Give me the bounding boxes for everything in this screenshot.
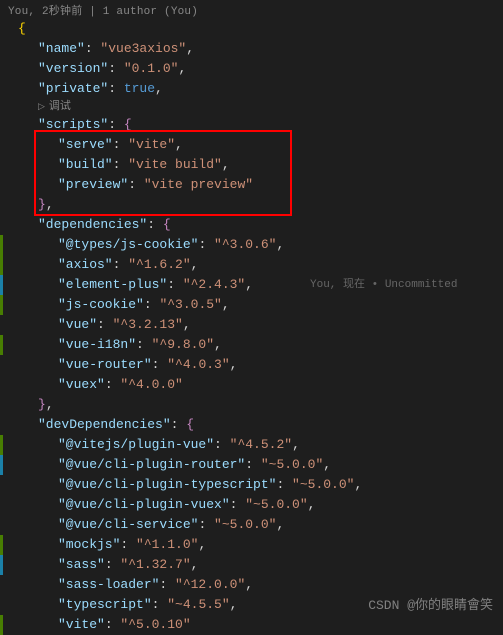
code-line[interactable]: "vuex": "^4.0.0"	[0, 375, 503, 395]
json-key: "version"	[38, 61, 108, 76]
json-string: "^4.0.0"	[120, 377, 182, 392]
json-key: "typescript"	[58, 597, 152, 612]
code-line[interactable]: "private": true,	[0, 79, 503, 99]
json-string: "vite build"	[128, 157, 222, 172]
code-line[interactable]: "devDependencies": {	[0, 415, 503, 435]
code-editor[interactable]: { "name": "vue3axios", "version": "0.1.0…	[0, 18, 503, 635]
json-string: "^4.0.3"	[167, 357, 229, 372]
codelens-label: 调试	[49, 99, 71, 115]
json-string: "^12.0.0"	[175, 577, 245, 592]
code-line[interactable]: "serve": "vite",	[0, 135, 503, 155]
code-line[interactable]: {	[0, 19, 503, 39]
json-key: "sass"	[58, 557, 105, 572]
json-key: "js-cookie"	[58, 297, 144, 312]
json-string: "^9.8.0"	[152, 337, 214, 352]
json-key: "private"	[38, 81, 108, 96]
json-string: "~4.5.5"	[167, 597, 229, 612]
git-author-summary: You, 2秒钟前 | 1 author (You)	[0, 0, 503, 18]
json-string: "^1.1.0"	[136, 537, 198, 552]
code-line[interactable]: },	[0, 395, 503, 415]
json-string: "^3.0.6"	[214, 237, 276, 252]
gutter-modified-icon	[0, 275, 3, 295]
code-line[interactable]: },	[0, 195, 503, 215]
gutter-modified-icon	[0, 455, 3, 475]
json-key: "vue"	[58, 317, 97, 332]
json-key: "@vue/cli-plugin-router"	[58, 457, 245, 472]
gutter-added-icon	[0, 235, 3, 255]
json-string: "^2.4.3"	[183, 277, 245, 292]
json-string: "vite"	[128, 137, 175, 152]
gutter-added-icon	[0, 295, 3, 315]
json-key: "vue-router"	[58, 357, 152, 372]
json-key: "vite"	[58, 617, 105, 632]
json-key: "vue-i18n"	[58, 337, 136, 352]
gutter-added-icon	[0, 435, 3, 455]
json-string: "vue3axios"	[100, 41, 186, 56]
code-line[interactable]: "element-plus": "^2.4.3",You, 现在 • Uncom…	[0, 275, 503, 295]
brace-open: {	[18, 21, 26, 36]
json-key: "@types/js-cookie"	[58, 237, 198, 252]
json-string: "0.1.0"	[124, 61, 179, 76]
git-inline-blame: You, 现在 • Uncommitted	[310, 275, 457, 295]
json-string: "~5.0.0"	[292, 477, 354, 492]
code-line[interactable]: "js-cookie": "^3.0.5",	[0, 295, 503, 315]
json-string: "^4.5.2"	[230, 437, 292, 452]
code-line[interactable]: "scripts": {	[0, 115, 503, 135]
watermark: CSDN @你的眼睛會笑	[368, 594, 493, 613]
code-line[interactable]: "name": "vue3axios",	[0, 39, 503, 59]
json-string: "^1.6.2"	[128, 257, 190, 272]
code-line[interactable]: "preview": "vite preview"	[0, 175, 503, 195]
json-key: "@vue/cli-service"	[58, 517, 198, 532]
json-key: "vuex"	[58, 377, 105, 392]
code-line[interactable]: "@types/js-cookie": "^3.0.6",	[0, 235, 503, 255]
json-string: "~5.0.0"	[261, 457, 323, 472]
json-key: "@vue/cli-plugin-vuex"	[58, 497, 230, 512]
code-line[interactable]: "sass-loader": "^12.0.0",	[0, 575, 503, 595]
code-line[interactable]: "@vitejs/plugin-vue": "^4.5.2",	[0, 435, 503, 455]
json-key: "serve"	[58, 137, 113, 152]
code-line[interactable]: "vue": "^3.2.13",	[0, 315, 503, 335]
json-string: "^1.32.7"	[120, 557, 190, 572]
json-key: "devDependencies"	[38, 417, 171, 432]
json-string: "vite preview"	[144, 177, 253, 192]
json-key: "mockjs"	[58, 537, 120, 552]
code-line[interactable]: "vue-i18n": "^9.8.0",	[0, 335, 503, 355]
code-line[interactable]: "mockjs": "^1.1.0",	[0, 535, 503, 555]
json-string: "^5.0.10"	[120, 617, 190, 632]
json-key: "@vitejs/plugin-vue"	[58, 437, 214, 452]
json-key: "preview"	[58, 177, 128, 192]
json-key: "@vue/cli-plugin-typescript"	[58, 477, 276, 492]
code-line[interactable]: "@vue/cli-plugin-router": "~5.0.0",	[0, 455, 503, 475]
json-key: "build"	[58, 157, 113, 172]
gutter-modified-icon	[0, 555, 3, 575]
gutter-added-icon	[0, 255, 3, 275]
code-line[interactable]: "build": "vite build",	[0, 155, 503, 175]
json-string: "~5.0.0"	[245, 497, 307, 512]
gutter-added-icon	[0, 535, 3, 555]
json-key: "sass-loader"	[58, 577, 159, 592]
json-key: "name"	[38, 41, 85, 56]
json-key: "scripts"	[38, 117, 108, 132]
code-line[interactable]: "axios": "^1.6.2",	[0, 255, 503, 275]
code-line[interactable]: "@vue/cli-plugin-vuex": "~5.0.0",	[0, 495, 503, 515]
gutter-added-icon	[0, 335, 3, 355]
json-string: "^3.0.5"	[159, 297, 221, 312]
json-key: "axios"	[58, 257, 113, 272]
json-bool: true	[124, 81, 155, 96]
code-line[interactable]: "vue-router": "^4.0.3",	[0, 355, 503, 375]
code-line[interactable]: "@vue/cli-service": "~5.0.0",	[0, 515, 503, 535]
json-key: "element-plus"	[58, 277, 167, 292]
code-line[interactable]: "dependencies": {	[0, 215, 503, 235]
codelens-debug[interactable]: ▷调试	[0, 99, 503, 115]
code-line[interactable]: "version": "0.1.0",	[0, 59, 503, 79]
json-string: "~5.0.0"	[214, 517, 276, 532]
gutter-added-icon	[0, 615, 3, 635]
code-line[interactable]: "@vue/cli-plugin-typescript": "~5.0.0",	[0, 475, 503, 495]
code-line[interactable]: "sass": "^1.32.7",	[0, 555, 503, 575]
play-icon: ▷	[38, 99, 45, 115]
code-line[interactable]: "vite": "^5.0.10"	[0, 615, 503, 635]
json-string: "^3.2.13"	[113, 317, 183, 332]
json-key: "dependencies"	[38, 217, 147, 232]
